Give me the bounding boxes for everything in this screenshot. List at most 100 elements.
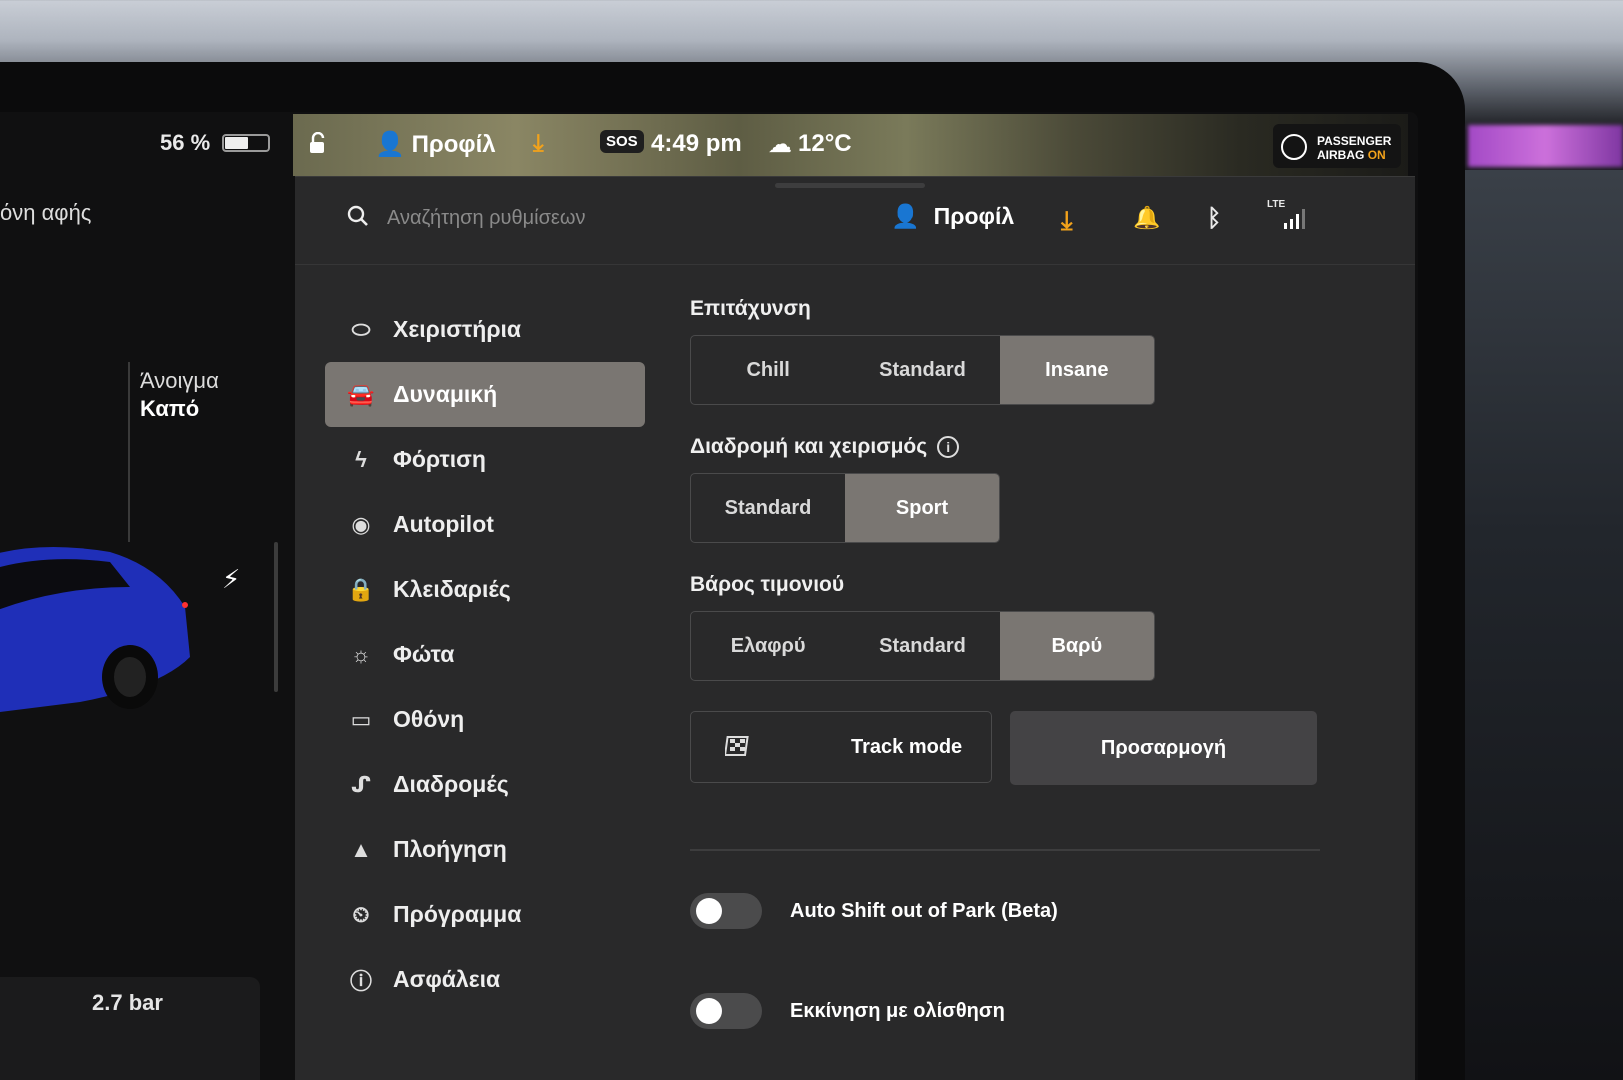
car-icon: 🚘: [347, 381, 375, 407]
nav-item-locks[interactable]: 🔒 Κλειδαριές: [325, 557, 645, 622]
section-divider: [690, 849, 1320, 851]
nav-label: Φώτα: [393, 641, 455, 667]
nav-item-schedule[interactable]: ⏲ Πρόγραμμα: [325, 882, 645, 947]
nav-label: Διαδρομές: [393, 771, 509, 797]
status-bar: 👤 Προφίλ ⤓ SOS 4:49 pm ☁ 12°C PASSENGER …: [293, 114, 1408, 176]
status-profile[interactable]: 👤 Προφίλ: [375, 130, 496, 159]
track-mode-button[interactable]: Track mode: [690, 711, 992, 783]
slip-start-toggle[interactable]: [690, 993, 762, 1029]
track-mode-label: Track mode: [851, 736, 963, 758]
nav-label: Πλοήγηση: [393, 836, 507, 862]
airbag-icon: [1281, 134, 1307, 160]
steering-option-light[interactable]: Ελαφρύ: [691, 612, 845, 680]
nav-item-lights[interactable]: ☼ Φώτα: [325, 622, 645, 687]
display-icon: ▭: [350, 706, 372, 732]
passenger-airbag-indicator: PASSENGER AIRBAG ON: [1273, 124, 1401, 168]
lock-icon: 🔒: [347, 576, 375, 602]
download-icon[interactable]: ⤓: [1061, 205, 1087, 235]
customize-button[interactable]: Προσαρμογή: [1010, 711, 1317, 785]
slip-start-label: Εκκίνηση με ολίσθηση: [790, 999, 1005, 1022]
acceleration-option-standard[interactable]: Standard: [845, 336, 999, 404]
frunk-open-label[interactable]: Άνοιγμα: [140, 368, 219, 394]
auto-shift-toggle[interactable]: [690, 893, 762, 929]
dynamics-content: Επιτάχυνση Chill Standard Insane Διαδρομ…: [690, 297, 1330, 1080]
nav-label: Χειριστήρια: [393, 316, 522, 342]
nav-item-display[interactable]: ▭ Οθόνη: [325, 687, 645, 752]
steering-option-heavy[interactable]: Βαρύ: [999, 612, 1154, 680]
bluetooth-icon[interactable]: ᛒ: [1207, 205, 1233, 232]
nav-item-navigation[interactable]: ▲ Πλοήγηση: [325, 817, 645, 882]
settings-nav: ⬭ Χειριστήρια 🚘 Δυναμική ϟ Φόρτιση ◉ Autopil…: [325, 297, 645, 1012]
charge-port-bolt-icon[interactable]: ⚡: [222, 564, 240, 595]
person-icon: 👤: [891, 203, 920, 229]
acceleration-title: Επιτάχυνση: [690, 297, 1330, 321]
nav-item-autopilot[interactable]: ◉ Autopilot: [325, 492, 645, 557]
acceleration-option-insane[interactable]: Insane: [999, 336, 1154, 404]
frunk-open-value[interactable]: Καπό: [140, 396, 199, 422]
person-icon: 👤: [375, 131, 405, 158]
nav-label: Δυναμική: [393, 381, 498, 407]
battery-icon: [222, 134, 270, 152]
nav-label: Φόρτιση: [393, 446, 486, 472]
steering-title-text: Βάρος τιμονιού: [690, 573, 845, 596]
download-icon[interactable]: ⤓: [533, 130, 544, 158]
ride-option-sport[interactable]: Sport: [845, 474, 999, 542]
auto-shift-row: Auto Shift out of Park (Beta): [690, 881, 1330, 941]
battery-percent: 56 %: [160, 130, 211, 155]
ambient-light: [1468, 125, 1623, 167]
navigation-icon: ▲: [350, 836, 372, 862]
settings-search-input[interactable]: [387, 203, 787, 233]
divider-line: [128, 362, 130, 542]
background-dash: [1465, 170, 1623, 1080]
header-profile-button[interactable]: 👤 Προφίλ: [891, 203, 1014, 230]
signal-icon[interactable]: [1283, 207, 1307, 229]
sun-icon: ☼: [350, 641, 372, 667]
nav-label: Πρόγραμμα: [393, 901, 522, 927]
nav-item-safety[interactable]: ⓘ Ασφάλεια: [325, 947, 645, 1012]
weather-cloud-icon: ☁: [768, 131, 792, 158]
settings-header: 👤 Προφίλ ⤓ 🔔 ᛒ LTE: [295, 177, 1415, 265]
airbag-line2: AIRBAG ON: [1317, 148, 1386, 162]
airbag-line1: PASSENGER: [1317, 134, 1392, 148]
ride-handling-title: Διαδρομή και χειρισμός i: [690, 435, 1330, 459]
airbag-state: ON: [1367, 148, 1386, 162]
trips-icon: ᔑ: [350, 771, 372, 797]
outside-temperature: 12°C: [798, 130, 852, 157]
auto-shift-label: Auto Shift out of Park (Beta): [790, 899, 1058, 922]
steering-option-standard[interactable]: Standard: [845, 612, 999, 680]
car-image: [0, 547, 190, 712]
ride-handling-selector: Standard Sport: [690, 473, 1000, 543]
touchscreen: 56 % όνη αφής Άνοιγμα Καπό ⚡ 2.7 bar 👤 Π…: [0, 112, 1418, 1080]
airbag-word: AIRBAG: [1317, 148, 1365, 162]
search-icon[interactable]: [347, 205, 369, 227]
nav-item-dynamics[interactable]: 🚘 Δυναμική: [325, 362, 645, 427]
sos-button[interactable]: SOS: [600, 130, 644, 153]
header-profile-label: Προφίλ: [933, 203, 1015, 229]
acceleration-selector: Chill Standard Insane: [690, 335, 1155, 405]
nav-label: Κλειδαριές: [393, 576, 511, 602]
acceleration-option-chill[interactable]: Chill: [691, 336, 845, 404]
steering-title: Βάρος τιμονιού: [690, 573, 1330, 597]
ride-option-standard[interactable]: Standard: [691, 474, 845, 542]
track-mode-row: Track mode Προσαρμογή: [690, 711, 1330, 785]
touch-label: όνη αφής: [0, 200, 92, 225]
ride-handling-title-text: Διαδρομή και χειρισμός: [690, 435, 928, 458]
slip-start-row: Εκκίνηση με ολίσθηση: [690, 981, 1330, 1041]
steering-selector: Ελαφρύ Standard Βαρύ: [690, 611, 1155, 681]
scrollbar[interactable]: [274, 542, 278, 692]
clock-time: 4:49 pm: [651, 130, 742, 157]
nav-item-charging[interactable]: ϟ Φόρτιση: [325, 427, 645, 492]
nav-label: Autopilot: [393, 511, 494, 537]
info-icon[interactable]: i: [937, 436, 960, 458]
unlock-icon[interactable]: [307, 132, 329, 154]
nav-item-controls[interactable]: ⬭ Χειριστήρια: [325, 297, 645, 362]
car-status-panel: 56 % όνη αφής Άνοιγμα Καπό ⚡ 2.7 bar: [0, 112, 290, 1080]
steering-wheel-icon: ◉: [351, 511, 371, 537]
alert-icon: ⓘ: [349, 968, 372, 994]
bell-icon[interactable]: 🔔: [1133, 205, 1160, 231]
clock-icon: ⏲: [352, 901, 370, 927]
bolt-icon: ϟ: [355, 446, 367, 472]
settings-panel: 👤 Προφίλ ⤓ 🔔 ᛒ LTE ⬭ Χειριστήρια 🚘 Δυναμικ…: [295, 176, 1415, 1080]
nav-label: Ασφάλεια: [393, 966, 501, 992]
nav-item-trips[interactable]: ᔑ Διαδρομές: [325, 752, 645, 817]
